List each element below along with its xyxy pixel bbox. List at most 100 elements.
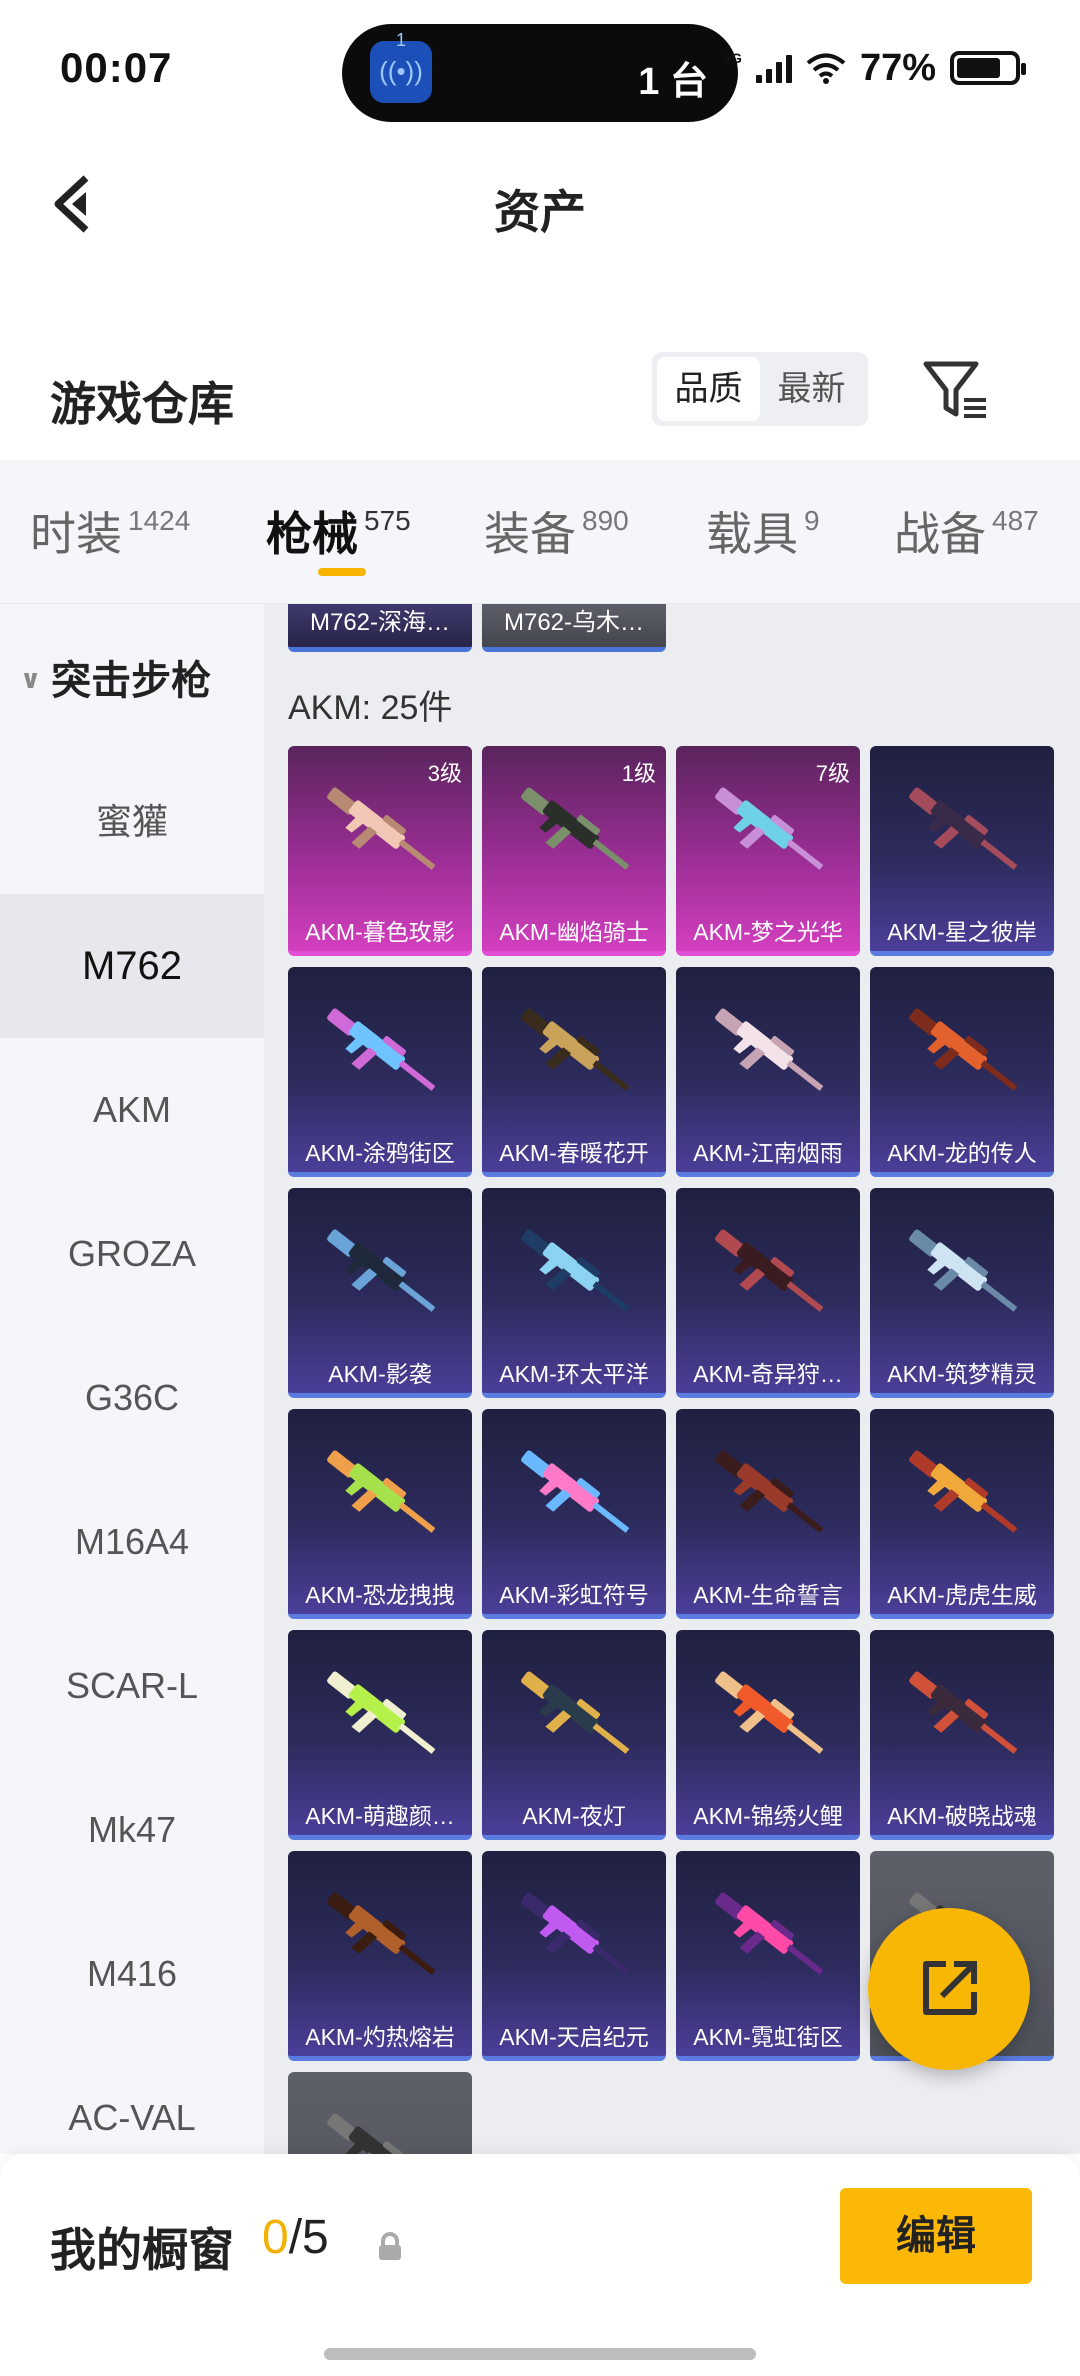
rifle-image [327,787,436,870]
skin-card[interactable]: 7级 AKM-梦之光华 [676,746,860,956]
skin-name: AKM-天启纪元 [499,2024,649,2050]
skin-card[interactable]: AKM-灼热熔岩 [288,1851,472,2061]
skin-card[interactable]: AKM-龙的传人 [870,967,1054,1177]
skin-card[interactable]: AKM-虎虎生威 [870,1409,1054,1619]
sidebar-item[interactable]: Mk47 [0,1758,264,1902]
status-time: 00:07 [60,44,173,91]
sidebar-item[interactable]: 蜜獾 [0,750,264,894]
sort-toggle: 品质 最新 [652,352,868,426]
sidebar-item[interactable]: G36C [0,1326,264,1470]
tab-supplies[interactable]: 战备 487 [894,498,1039,564]
share-button[interactable] [868,1908,1030,2070]
skin-name: AKM-影袭 [328,1361,432,1387]
sort-newest-option[interactable]: 最新 [760,357,863,421]
skin-card[interactable]: AKM-江南烟雨 [676,967,860,1177]
rifle-image [521,1671,630,1754]
skin-card[interactable]: AKM-筑梦精灵 [870,1188,1054,1398]
tab-vehicles[interactable]: 载具 9 [706,498,820,564]
active-tab-indicator [318,568,366,576]
rifle-image [909,787,1018,870]
skin-name: AKM-恐龙拽拽 [305,1582,455,1608]
skin-card[interactable]: AKM-天启纪元 [482,1851,666,2061]
sidebar-group-label: 突击步枪 [51,659,212,703]
skin-name: AKM-霓虹街区 [693,2024,843,2050]
section-title: 游戏仓库 [50,378,234,430]
skin-name: AKM-筑梦精灵 [887,1361,1037,1387]
skin-name: AKM-灼热熔岩 [305,2024,455,2050]
tab-firearms[interactable]: 枪械 575 [266,498,411,564]
skin-card[interactable]: AKM-彩虹符号 [482,1409,666,1619]
rifle-image [715,1229,824,1312]
broadcast-icon: 1 ((•)) [370,30,432,103]
showcase-label: 我的橱窗 [50,2224,234,2276]
tab-label: 时装 [30,508,122,560]
skin-card[interactable]: AKM-星之彼岸 [870,746,1054,956]
skin-card[interactable]: 1级 AKM-幽焰骑士 [482,746,666,956]
sidebar-item[interactable]: AKM [0,1038,264,1182]
rifle-image [715,787,824,870]
skin-card[interactable]: AKM-奇异狩… [676,1188,860,1398]
skin-name: AKM-梦之光华 [693,919,843,945]
showcase-bar: 我的橱窗 0/5 编辑 [0,2154,1080,2376]
filter-button[interactable] [918,352,992,426]
skin-card[interactable] [288,2072,472,2154]
rifle-image [521,1450,630,1533]
rifle-image [521,1892,630,1975]
island-badge: 1 [395,30,406,50]
sidebar-item-selected[interactable]: M762 [0,894,264,1038]
skin-card[interactable]: AKM-春暖花开 [482,967,666,1177]
skin-card[interactable]: AKM-环太平洋 [482,1188,666,1398]
tab-count: 890 [582,505,629,536]
app-header: 资产 [0,140,1080,270]
skin-name: AKM-星之彼岸 [887,919,1037,945]
tab-fashion[interactable]: 时装 1424 [30,498,190,564]
rifle-image [327,1450,436,1533]
sidebar-item[interactable]: SCAR-L [0,1614,264,1758]
skin-card[interactable]: AKM-影袭 [288,1188,472,1398]
skin-name: AKM-夜灯 [522,1803,626,1829]
rifle-image [909,1450,1018,1533]
sidebar-item[interactable]: GROZA [0,1182,264,1326]
skin-card[interactable]: AKM-破晓战魂 [870,1630,1054,1840]
filter-icon [923,361,986,418]
battery-icon [950,51,1026,85]
skin-name: AKM-幽焰骑士 [499,919,649,945]
tab-label: 装备 [484,508,576,560]
sidebar-item[interactable]: M416 [0,1902,264,2046]
sidebar-item[interactable]: M16A4 [0,1470,264,1614]
showcase-count-current: 0 [262,2211,289,2264]
level-badge: 1级 [621,761,656,786]
rifle-image [909,1671,1018,1754]
skin-name: AKM-虎虎生威 [887,1582,1037,1608]
sort-quality-option[interactable]: 品质 [657,357,760,421]
skin-card[interactable]: AKM-生命誓言 [676,1409,860,1619]
tab-equipment[interactable]: 装备 890 [484,498,629,564]
akm-count-title: AKM: 25件 [288,689,453,727]
rifle-image [521,1229,630,1312]
rifle-image [327,1671,436,1754]
tab-count: 487 [992,505,1039,536]
warehouse-header: 游戏仓库 品质 最新 [0,340,1080,460]
dynamic-island[interactable]: 1 ((•)) 1 台 [342,24,738,122]
rifle-image [909,1008,1018,1091]
skin-name: AKM-龙的传人 [887,1140,1037,1166]
skin-card[interactable]: AKM-锦绣火鲤 [676,1630,860,1840]
sidebar-group-assault-rifles[interactable]: ∨ 突击步枪 [20,648,211,706]
skin-chip[interactable]: M762-乌木… [482,604,666,652]
skin-card[interactable]: 3级 AKM-暮色玫影 [288,746,472,956]
skin-card[interactable]: AKM-涂鸦街区 [288,967,472,1177]
home-indicator[interactable] [324,2348,756,2360]
skin-name: AKM-涂鸦街区 [305,1140,455,1166]
status-bar: 00:07 1 ((•)) 1 台 5G 77% [0,0,1080,140]
edit-button[interactable]: 编辑 [840,2188,1032,2284]
island-text: 1 台 [638,61,708,103]
skin-card[interactable]: AKM-萌趣颜… [288,1630,472,1840]
skin-name: AKM-锦绣火鲤 [693,1803,843,1829]
skin-chip[interactable]: M762-深海… [288,604,472,652]
lock-icon [379,2232,401,2260]
skin-name: AKM-春暖花开 [499,1140,649,1166]
tab-label: 枪械 [266,508,358,560]
skin-card[interactable]: AKM-霓虹街区 [676,1851,860,2061]
skin-card[interactable]: AKM-夜灯 [482,1630,666,1840]
skin-card[interactable]: AKM-恐龙拽拽 [288,1409,472,1619]
